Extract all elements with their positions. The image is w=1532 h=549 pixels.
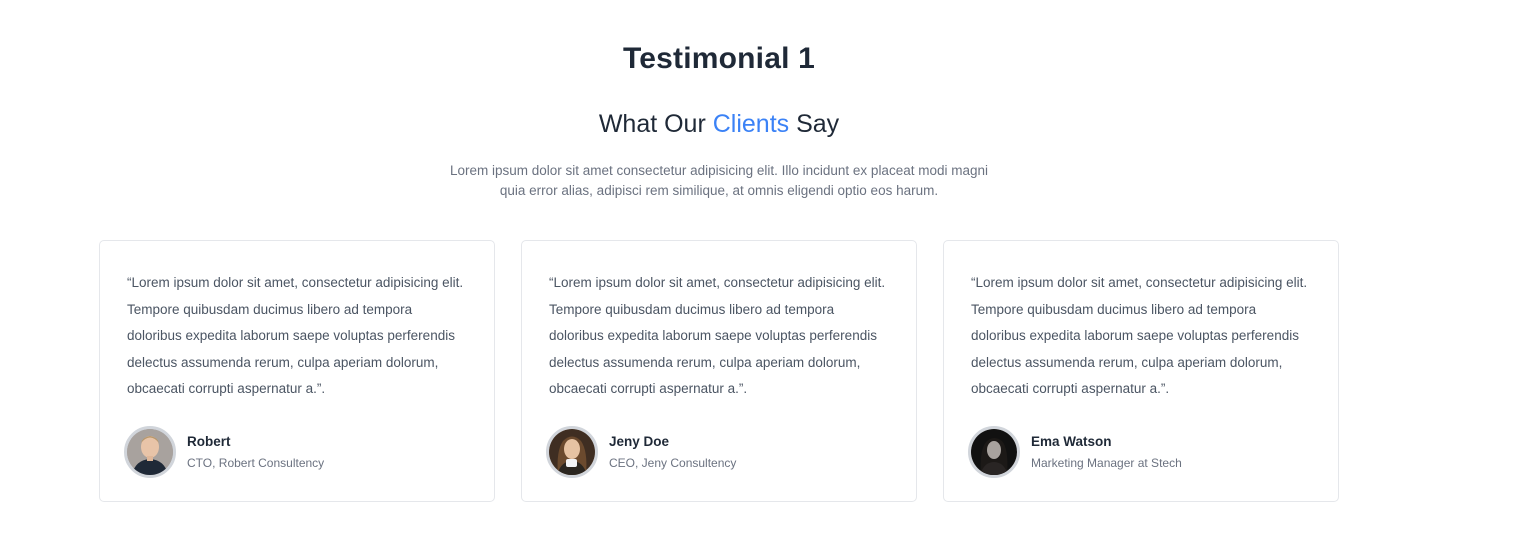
section-intro: Lorem ipsum dolor sit amet consectetur a… [449,163,988,198]
testimonial-cards: “Lorem ipsum dolor sit amet, consectetur… [99,240,1339,502]
testimonial-section: Testimonial 1 What Our Clients Say Lorem… [0,0,1532,549]
testimonial-author: Ema Watson Marketing Manager at Stech [968,426,1182,478]
author-name: Jeny Doe [609,433,670,449]
avatar-man-icon [127,429,173,475]
author-role: CEO, Jeny Consultency [609,455,737,470]
section-subtitle: What Our Clients Say [0,110,1438,139]
author-meta: Ema Watson Marketing Manager at Stech [1031,433,1182,472]
author-meta: Jeny Doe CEO, Jeny Consultency [609,433,736,472]
author-role: Marketing Manager at Stech [1031,455,1182,470]
testimonial-card: “Lorem ipsum dolor sit amet, consectetur… [99,240,495,502]
avatar [124,426,176,478]
author-name: Ema Watson [1031,433,1112,449]
author-role: CTO, Robert Consultency [187,455,325,470]
testimonial-quote: “Lorem ipsum dolor sit amet, consectetur… [971,275,1308,397]
testimonial-card: “Lorem ipsum dolor sit amet, consectetur… [943,240,1339,502]
author-name: Robert [187,433,231,449]
subtitle-text-before: What Our [598,110,713,138]
page-title: Testimonial 1 [622,42,816,75]
testimonial-author: Robert CTO, Robert Consultency [124,426,324,478]
testimonial-author: Jeny Doe CEO, Jeny Consultency [546,426,736,478]
testimonial-quote: “Lorem ipsum dolor sit amet, consectetur… [127,275,464,397]
author-meta: Robert CTO, Robert Consultency [187,433,324,472]
avatar-woman-icon [971,429,1017,475]
testimonial-card: “Lorem ipsum dolor sit amet, consectetur… [521,240,917,502]
avatar-woman-icon [549,429,595,475]
subtitle-text-after: Say [789,110,840,138]
avatar [546,426,598,478]
subtitle-accent: Clients [712,110,790,138]
avatar [968,426,1020,478]
testimonial-quote: “Lorem ipsum dolor sit amet, consectetur… [549,275,886,397]
